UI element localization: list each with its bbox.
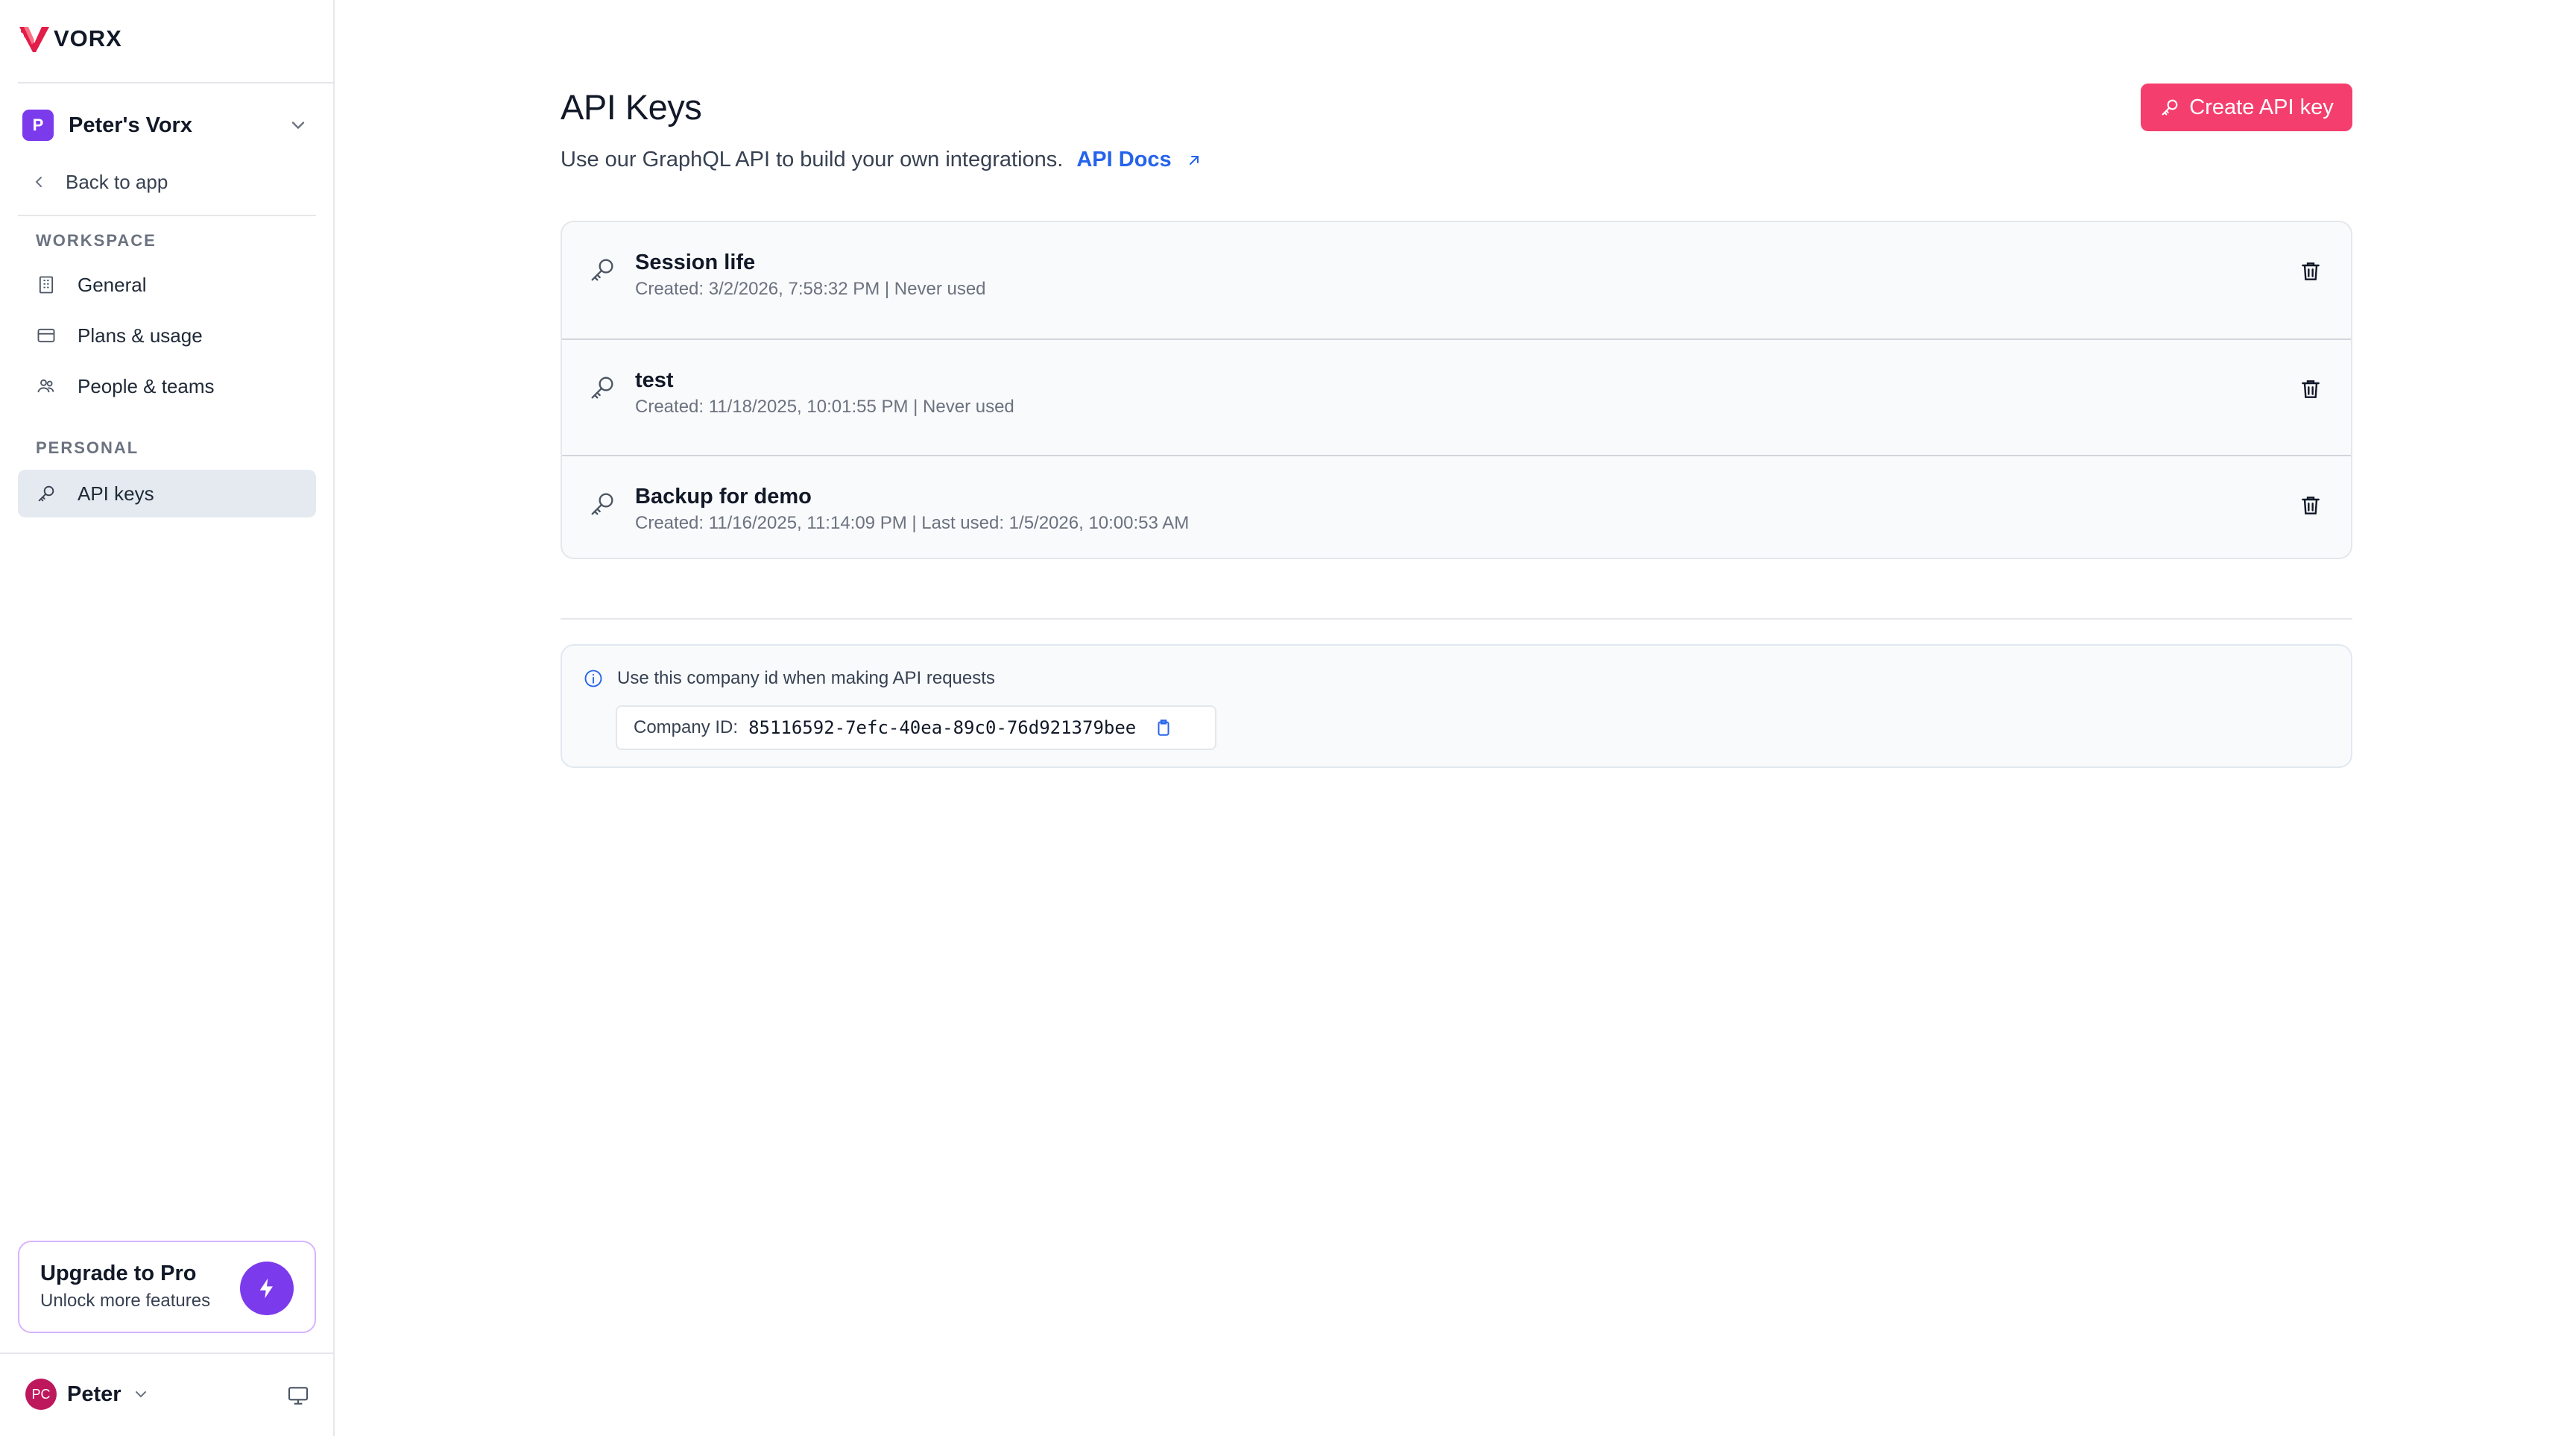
- page-title: API Keys: [561, 87, 702, 127]
- vorx-logo-icon: [19, 27, 49, 52]
- sidebar: VORX P Peter's Vorx Back to app WORKSPAC…: [0, 0, 335, 1436]
- trash-icon[interactable]: [2299, 494, 2323, 517]
- user-name: Peter: [67, 1382, 121, 1406]
- api-docs-label: API Docs: [1076, 148, 1172, 171]
- chevron-left-icon: [35, 177, 42, 187]
- company-id-info: Use this company id when making API requ…: [583, 668, 995, 689]
- sidebar-item-label: People & teams: [78, 374, 215, 397]
- back-to-app-link[interactable]: Back to app: [30, 164, 168, 200]
- page-subtitle-row: Use our GraphQL API to build your own in…: [561, 148, 1203, 172]
- info-icon: [584, 670, 602, 687]
- divider: [18, 215, 316, 216]
- sidebar-item-label: API keys: [78, 482, 154, 505]
- sidebar-item-people-teams[interactable]: People & teams: [18, 362, 316, 410]
- credit-card-icon: [37, 328, 55, 343]
- divider: [561, 618, 2352, 620]
- trash-icon[interactable]: [2299, 377, 2323, 401]
- upgrade-to-pro-card[interactable]: Upgrade to Pro Unlock more features: [18, 1241, 316, 1333]
- api-key-meta: Created: 3/2/2026, 7:58:32 PM | Never us…: [635, 279, 986, 299]
- avatar: PC: [25, 1379, 57, 1410]
- lightning-icon: [259, 1278, 273, 1299]
- key-icon: [591, 493, 613, 515]
- sidebar-item-plans-usage[interactable]: Plans & usage: [18, 312, 316, 359]
- company-id-label: Company ID:: [634, 717, 739, 737]
- brand-name: VORX: [54, 25, 122, 51]
- workspace-switcher[interactable]: P Peter's Vorx: [18, 106, 316, 145]
- company-id-field[interactable]: Company ID: 85116592-7efc-40ea-89c0-76d9…: [616, 705, 1216, 750]
- divider: [0, 1352, 335, 1354]
- key-icon: [38, 485, 54, 502]
- api-keys-list: Session life Created: 3/2/2026, 7:58:32 …: [561, 221, 2352, 559]
- logo[interactable]: VORX: [18, 22, 122, 55]
- sidebar-item-label: Plans & usage: [78, 324, 203, 347]
- section-label-workspace: WORKSPACE: [36, 231, 157, 250]
- chevron-down-icon: [291, 122, 305, 130]
- sidebar-item-label: General: [78, 273, 147, 296]
- sidebar-item-api-keys[interactable]: API keys: [18, 470, 316, 517]
- api-key-name: Backup for demo: [635, 485, 812, 508]
- section-label-personal: PERSONAL: [36, 438, 139, 457]
- api-key-name: Session life: [635, 251, 756, 274]
- create-api-key-button[interactable]: Create API key: [2141, 84, 2352, 131]
- trash-icon[interactable]: [2299, 259, 2323, 283]
- page-subtitle: Use our GraphQL API to build your own in…: [561, 148, 1064, 171]
- monitor-icon[interactable]: [286, 1384, 310, 1408]
- sidebar-item-general[interactable]: General: [18, 261, 316, 309]
- chevron-down-icon: [135, 1391, 146, 1398]
- company-id-value[interactable]: 85116592-7efc-40ea-89c0-76d921379bee: [748, 717, 1136, 738]
- building-icon: [39, 276, 54, 294]
- users-icon: [37, 379, 54, 393]
- back-to-app-label: Back to app: [66, 170, 168, 193]
- key-icon: [591, 377, 613, 399]
- copy-icon[interactable]: [1154, 718, 1173, 737]
- api-key-meta: Created: 11/16/2025, 11:14:09 PM | Last …: [635, 513, 1190, 533]
- workspace-name: Peter's Vorx: [69, 113, 192, 137]
- create-api-key-label: Create API key: [2189, 95, 2334, 119]
- company-id-card: Use this company id when making API requ…: [561, 644, 2352, 768]
- api-key-name: test: [635, 368, 674, 392]
- list-item: Backup for demo Created: 11/16/2025, 11:…: [562, 455, 2351, 558]
- divider: [18, 82, 335, 84]
- workspace-avatar: P: [22, 110, 54, 141]
- key-icon: [2162, 99, 2178, 116]
- api-key-meta: Created: 11/18/2025, 10:01:55 PM | Never…: [635, 397, 1014, 417]
- key-icon: [591, 259, 613, 281]
- user-menu[interactable]: PC Peter: [25, 1378, 150, 1411]
- api-docs-link[interactable]: API Docs: [1076, 148, 1202, 172]
- list-item: Session life Created: 3/2/2026, 7:58:32 …: [562, 222, 2351, 338]
- company-id-info-text: Use this company id when making API requ…: [617, 668, 995, 688]
- list-item: test Created: 11/18/2025, 10:01:55 PM | …: [562, 338, 2351, 455]
- external-link-icon: [1189, 155, 1199, 165]
- upgrade-button[interactable]: [240, 1262, 294, 1315]
